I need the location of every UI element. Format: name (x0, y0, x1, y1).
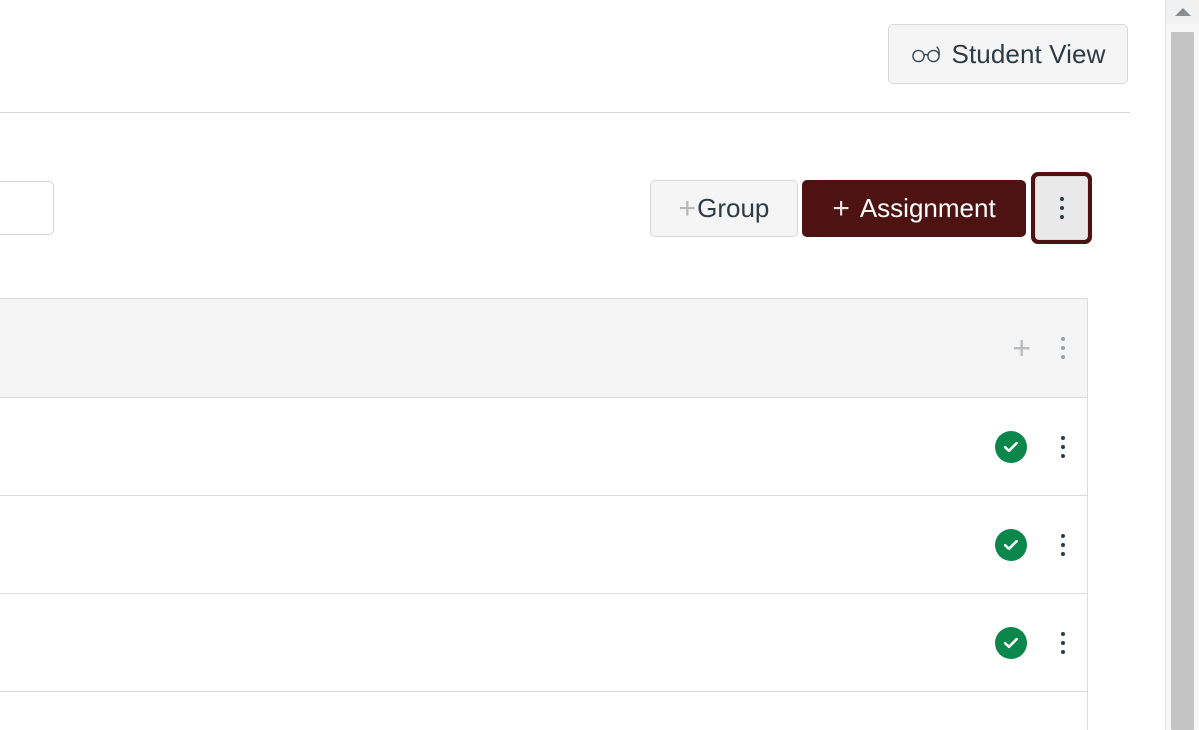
add-group-button[interactable]: + Group (650, 180, 798, 237)
table-row[interactable] (0, 398, 1087, 496)
scrollbar-thumb[interactable] (1171, 32, 1194, 730)
scroll-up-button[interactable] (1166, 0, 1199, 23)
glasses-icon (911, 44, 941, 64)
table-row[interactable] (0, 594, 1087, 692)
group-kebab-menu-icon[interactable] (1061, 337, 1065, 359)
header-divider (0, 112, 1130, 113)
student-view-label: Student View (951, 38, 1106, 69)
add-group-label: Group (697, 193, 770, 223)
kebab-menu-icon (1059, 197, 1064, 219)
triangle-up-icon (1174, 7, 1191, 16)
assignments-table: + (0, 298, 1088, 730)
add-assignment-button[interactable]: + Assignment (802, 180, 1026, 237)
row-kebab-menu-icon[interactable] (1061, 631, 1065, 654)
page-viewport: Student View + Group + Assignment + (0, 0, 1166, 730)
student-view-button[interactable]: Student View (888, 24, 1128, 84)
plus-icon: + (832, 191, 850, 225)
table-row[interactable] (0, 496, 1087, 594)
plus-icon: + (678, 191, 697, 225)
check-circle-icon[interactable] (995, 528, 1027, 561)
more-options-button-surface (1035, 176, 1088, 240)
row-kebab-menu-icon[interactable] (1061, 435, 1065, 458)
row-kebab-menu-icon[interactable] (1061, 533, 1065, 556)
check-circle-icon[interactable] (995, 626, 1027, 659)
assignments-more-options-button[interactable] (1031, 172, 1092, 244)
vertical-scrollbar[interactable] (1165, 0, 1199, 730)
check-circle-icon[interactable] (995, 430, 1027, 463)
assignment-group-header-row[interactable]: + (0, 299, 1087, 398)
add-assignment-label: Assignment (859, 193, 996, 223)
add-assignment-to-group-icon[interactable]: + (1012, 332, 1031, 364)
table-row[interactable] (0, 692, 1087, 730)
search-input[interactable] (0, 181, 54, 235)
